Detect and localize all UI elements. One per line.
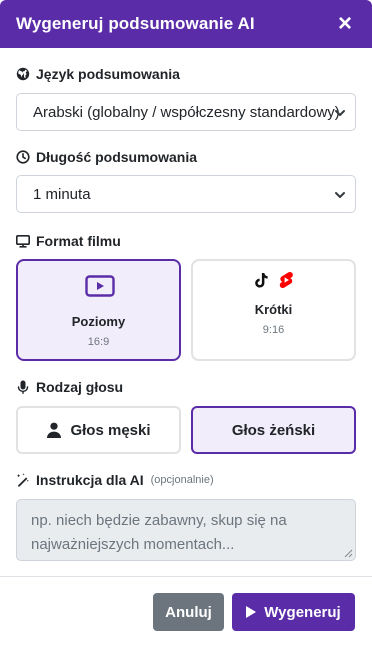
clock-icon (16, 150, 30, 164)
length-label-text: Długość podsumowania (36, 149, 198, 165)
format-label: Format filmu (16, 231, 121, 251)
video-play-icon (85, 275, 115, 297)
voice-label: Rodzaj głosu (16, 377, 123, 397)
format-option-title: Poziomy (71, 314, 126, 329)
instructions-placeholder: np. niech będzie zabawny, skup się na na… (31, 512, 287, 553)
format-label-text: Format filmu (36, 233, 121, 249)
length-select-value: 1 minuta (33, 185, 91, 203)
tiktok-icon (255, 273, 268, 288)
globe-icon (16, 67, 30, 81)
generate-button-label: Wygeneruj (264, 603, 341, 621)
format-option-title: Krótki (254, 302, 293, 317)
instructions-label-text: Instrukcja dla AI (36, 472, 144, 488)
cancel-button-label: Anuluj (165, 603, 212, 621)
format-option-ratio: 16:9 (87, 336, 110, 348)
voice-label-text: Rodzaj głosu (36, 379, 124, 395)
format-option-ratio: 9:16 (262, 324, 285, 336)
magic-wand-icon (16, 473, 30, 487)
instructions-label: Instrukcja dla AI (opcjonalnie) (16, 470, 214, 490)
chevron-down-icon (335, 110, 345, 116)
language-label: Język podsumowania (16, 64, 180, 84)
chevron-down-icon (335, 192, 345, 198)
voice-male-label: Głos męski (70, 421, 151, 439)
resize-grip-icon[interactable] (344, 549, 353, 558)
voice-female-label: Głos żeński (231, 421, 316, 439)
footer-divider (0, 576, 372, 577)
cancel-button[interactable]: Anuluj (153, 593, 224, 631)
optional-hint: (opcjonalnie) (150, 474, 214, 486)
instructions-textarea[interactable]: np. niech będzie zabawny, skup się na na… (16, 499, 356, 561)
play-icon (246, 606, 257, 618)
language-select-value: Arabski (globalny / współczesny standard… (33, 103, 340, 121)
format-option-landscape[interactable]: Poziomy 16:9 (16, 259, 181, 361)
youtube-shorts-icon (279, 271, 293, 289)
language-select[interactable]: Arabski (globalny / współczesny standard… (16, 93, 356, 131)
close-button[interactable]: × (334, 11, 356, 37)
voice-female-button[interactable]: Głos żeński (191, 406, 356, 454)
generate-summary-modal: Wygeneruj podsumowanie AI × Język podsum… (0, 0, 372, 647)
format-option-short[interactable]: Krótki 9:16 (191, 259, 356, 361)
language-label-text: Język podsumowania (36, 66, 180, 82)
user-icon (46, 422, 62, 438)
microphone-icon (16, 380, 30, 394)
voice-male-button[interactable]: Głos męski (16, 406, 181, 454)
length-label: Długość podsumowania (16, 147, 197, 167)
length-select[interactable]: 1 minuta (16, 175, 356, 213)
monitor-icon (16, 234, 30, 248)
generate-button[interactable]: Wygeneruj (232, 593, 355, 631)
modal-header: Wygeneruj podsumowanie AI × (0, 0, 372, 48)
modal-title: Wygeneruj podsumowanie AI (16, 14, 255, 33)
